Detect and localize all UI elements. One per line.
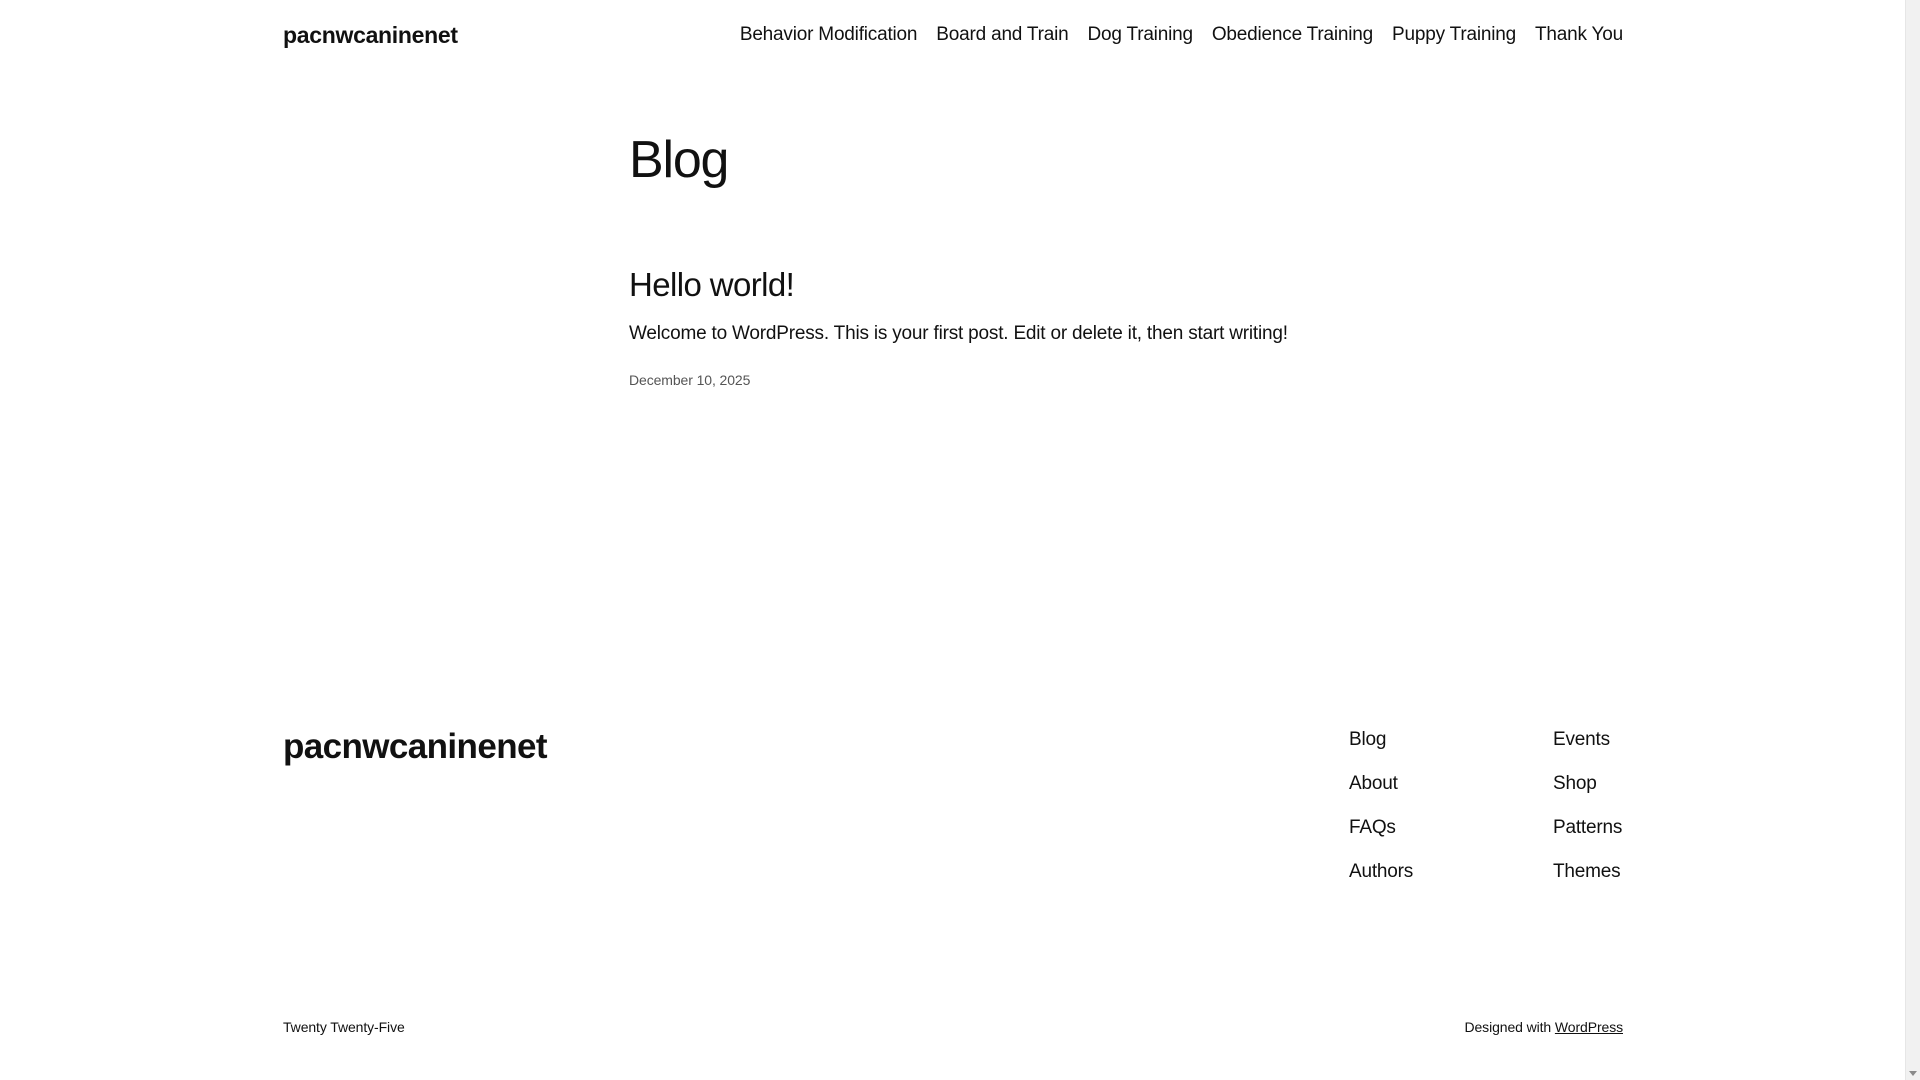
post-date-link[interactable]: December 10, 2025	[629, 372, 750, 388]
footer-nav-column-2: Events Shop Patterns Themes	[1553, 728, 1622, 884]
site-title-link[interactable]: pacnwcaninenet	[283, 22, 458, 49]
main-nav: Behavior Modification Board and Train Do…	[740, 24, 1623, 46]
footer-link-patterns[interactable]: Patterns	[1553, 816, 1622, 840]
footer-link-shop[interactable]: Shop	[1553, 772, 1622, 796]
page-title: Blog	[629, 131, 729, 189]
nav-item-board-and-train[interactable]: Board and Train	[936, 24, 1068, 46]
designed-with-prefix: Designed with	[1464, 1019, 1552, 1035]
footer-nav-column-1: Blog About FAQs Authors	[1349, 728, 1413, 884]
nav-item-obedience-training[interactable]: Obedience Training	[1212, 24, 1373, 46]
footer-site-title-link[interactable]: pacnwcaninenet	[283, 727, 548, 767]
footer-link-faqs[interactable]: FAQs	[1349, 816, 1413, 840]
post-title-link[interactable]: Hello world!	[629, 266, 795, 303]
site-header: pacnwcaninenet Behavior Modification Boa…	[283, 0, 1623, 70]
theme-credit: Twenty Twenty-Five	[283, 1019, 405, 1035]
nav-item-thank-you[interactable]: Thank You	[1535, 24, 1623, 46]
footer-link-authors[interactable]: Authors	[1349, 860, 1413, 884]
post-item: Hello world! Welcome to WordPress. This …	[629, 266, 1329, 390]
wordpress-link[interactable]: WordPress	[1555, 1019, 1623, 1035]
footer-link-themes[interactable]: Themes	[1553, 860, 1622, 884]
nav-item-dog-training[interactable]: Dog Training	[1088, 24, 1194, 46]
footer-link-events[interactable]: Events	[1553, 728, 1622, 752]
post-excerpt: Welcome to WordPress. This is your first…	[629, 323, 1288, 345]
designed-with-credit: Designed with WordPress	[1464, 1019, 1623, 1035]
main-content: Blog Hello world! Welcome to WordPress. …	[629, 131, 1329, 390]
footer-link-about[interactable]: About	[1349, 772, 1413, 796]
page: pacnwcaninenet Behavior Modification Boa…	[0, 0, 1920, 1080]
chevron-down-icon[interactable]	[1909, 1071, 1917, 1076]
nav-item-behavior-modification[interactable]: Behavior Modification	[740, 24, 918, 46]
nav-item-puppy-training[interactable]: Puppy Training	[1392, 24, 1516, 46]
vertical-scrollbar[interactable]	[1905, 0, 1920, 1080]
footer-link-blog[interactable]: Blog	[1349, 728, 1413, 752]
